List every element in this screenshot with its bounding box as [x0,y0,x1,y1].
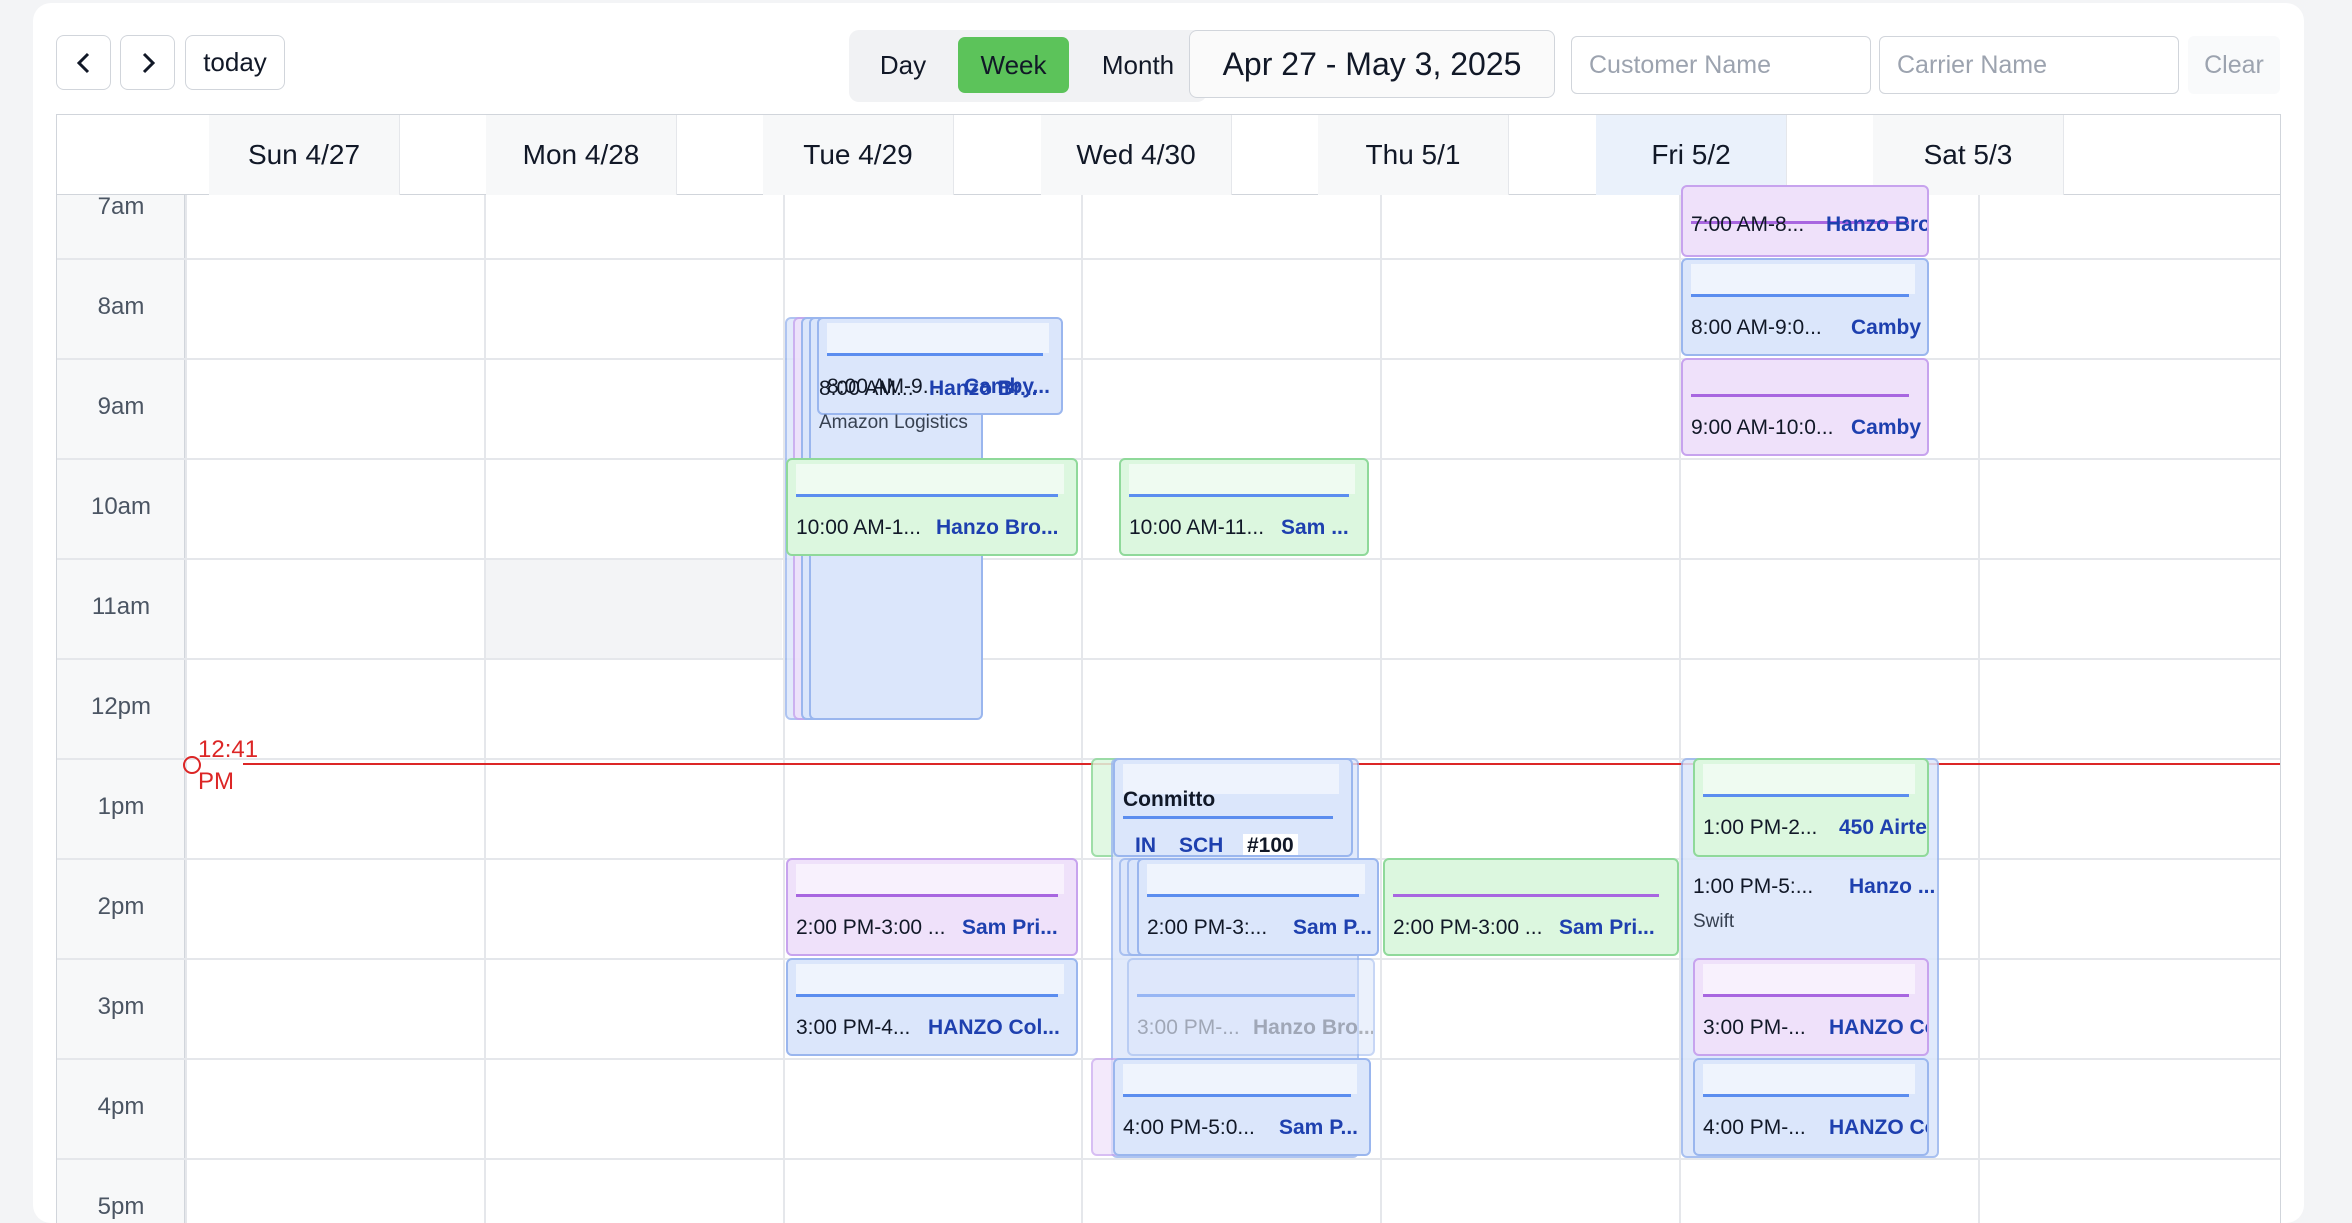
day-header-row: Sun 4/27 Mon 4/28 Tue 4/29 Wed 4/30 Thu … [57,115,2280,195]
next-button[interactable] [120,35,175,90]
event-card[interactable]: 3:00 PM-4... HANZO Col... [786,958,1078,1056]
view-switcher: Day Week Month [849,30,1207,102]
day-header-fri[interactable]: Fri 5/2 [1596,115,1787,195]
event-card[interactable]: 4:00 PM-5:0... Sam P... [1113,1058,1371,1156]
event-customer: Amazon Logistics [819,412,968,433]
time-label-9am: 9am [97,393,145,420]
time-label-11am: 11am [91,593,151,620]
event-card[interactable]: 2:00 PM-3:00 ... Sam Pri... [1383,858,1679,956]
week-grid: Sun 4/27 Mon 4/28 Tue 4/29 Wed 4/30 Thu … [56,114,2281,1223]
day-header-sun[interactable]: Sun 4/27 [209,115,400,195]
event-card[interactable]: 10:00 AM-11... Sam ... [1119,458,1369,556]
time-label-8am: 8am [97,293,145,320]
day-header-sat[interactable]: Sat 5/3 [1873,115,2064,195]
time-label-7am: 7am [97,193,145,220]
event-card[interactable]: 2:00 PM-3:... Sam P... [1137,858,1379,956]
time-grid-body: 7am 8am 9am 10am 11am 12pm 1pm 2pm 3pm 4… [57,185,2280,1223]
event-tag: SCH [1179,834,1224,857]
carrier-name-input[interactable] [1879,36,2179,94]
today-button[interactable]: today [185,35,285,90]
event-card[interactable]: 1:00 PM-2... 450 Airtec... [1693,758,1929,857]
event-customer: Swift [1693,911,1735,932]
time-label-1pm: 1pm [97,793,145,820]
time-label-4pm: 4pm [97,1093,145,1120]
view-month-button[interactable]: Month [1077,37,1199,93]
event-time: 1:00 PM-5:... [1693,875,1814,898]
event-time: 8:00 AM... [819,377,914,400]
event-card[interactable]: 9:00 AM-10:0... Camby ... [1681,358,1929,456]
prev-button[interactable] [56,35,111,90]
event-carrier: Hanzo ... [1849,875,1936,898]
event-card[interactable]: 7:00 AM-8... Hanzo Bro... [1681,185,1929,257]
day-header-thu[interactable]: Thu 5/1 [1318,115,1509,195]
date-range-label: Apr 27 - May 3, 2025 [1189,30,1555,98]
time-label-3pm: 3pm [97,993,145,1020]
chevron-left-icon [76,52,89,73]
day-header-mon[interactable]: Mon 4/28 [486,115,677,195]
mon-11am-slot[interactable] [484,558,782,658]
view-day-button[interactable]: Day [857,37,949,93]
time-label-12pm: 12pm [90,693,152,720]
event-card[interactable]: 3:00 PM-... Hanzo Bro... [1127,958,1375,1056]
event-card[interactable]: 10:00 AM-1... Hanzo Bro... [786,458,1078,556]
day-header-wed[interactable]: Wed 4/30 [1041,115,1232,195]
calendar-card: today Day Week Month Apr 27 - May 3, 202… [33,3,2304,1223]
day-header-tue[interactable]: Tue 4/29 [763,115,954,195]
time-label-2pm: 2pm [97,893,145,920]
event-tag: IN [1135,834,1156,857]
time-label-10am: 10am [90,493,152,520]
event-card[interactable]: 3:00 PM-... HANZO Col... [1693,958,1929,1056]
event-card[interactable]: 8:00 AM-9:0... Camby R... [1681,258,1929,356]
time-label-5pm: 5pm [97,1193,145,1220]
now-time-label: 12:41 PM [198,736,259,795]
event-card[interactable]: Conmitto IN SCH #100 [1113,758,1353,857]
event-tag: #100 [1243,834,1298,855]
view-week-button[interactable]: Week [958,37,1069,93]
event-carrier: Hanzo Br... [929,377,1038,400]
event-card[interactable]: 2:00 PM-3:00 ... Sam Pri... [786,858,1078,956]
event-title: Conmitto [1123,788,1216,811]
event-card[interactable]: 4:00 PM-... HANZO Col... [1693,1058,1929,1156]
customer-name-input[interactable] [1571,36,1871,94]
chevron-right-icon [142,52,155,73]
clear-button[interactable]: Clear [2188,36,2280,94]
